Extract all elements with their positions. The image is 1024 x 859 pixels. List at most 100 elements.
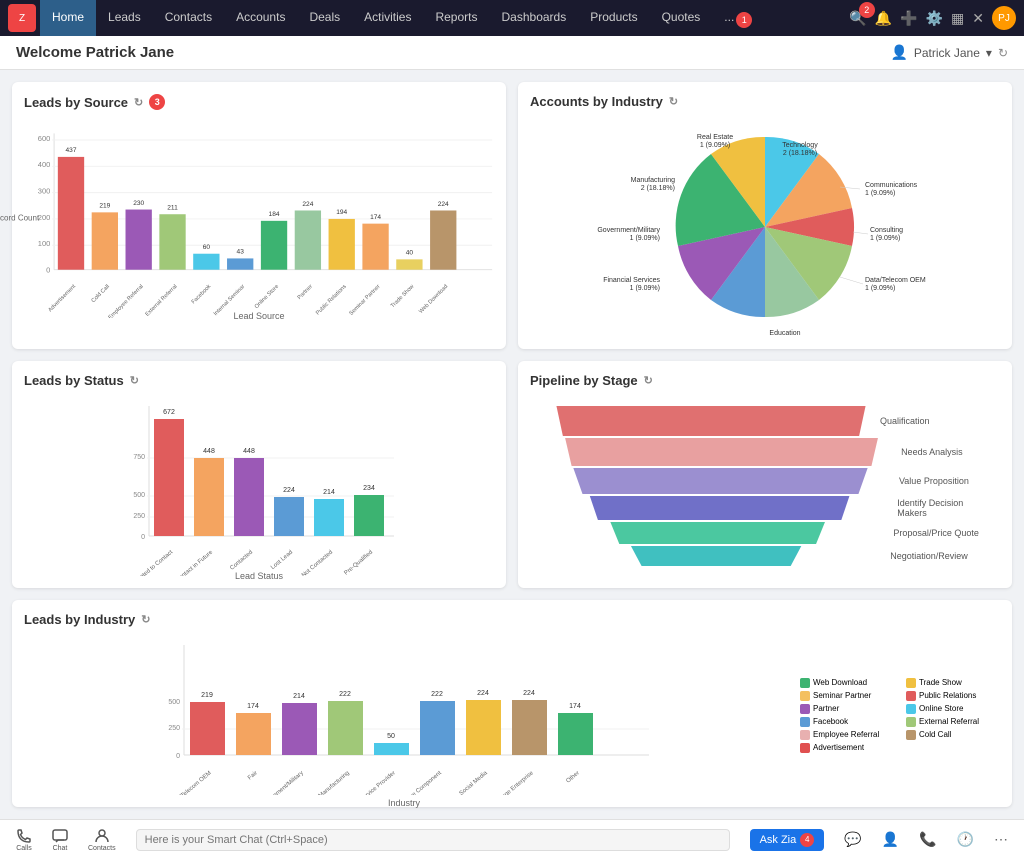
nav-tabs: Home Leads Contacts Accounts Deals Activ… bbox=[40, 0, 746, 36]
bottom-icon-phone[interactable]: 📞 bbox=[919, 831, 936, 848]
svg-text:1 (9.09%): 1 (9.09%) bbox=[870, 235, 900, 242]
close-icon[interactable]: ✕ bbox=[972, 10, 984, 27]
bar-trade-show[interactable] bbox=[396, 259, 422, 269]
bar-cold-call[interactable] bbox=[92, 212, 118, 269]
svg-text:Manufacturing: Manufacturing bbox=[631, 177, 675, 184]
svg-text:Trade Show: Trade Show bbox=[390, 283, 416, 309]
user-dropdown-arrow[interactable]: ▾ bbox=[986, 46, 992, 60]
nav-tab-activities[interactable]: Activities bbox=[352, 0, 423, 36]
user-icon: 👤 bbox=[890, 44, 907, 61]
nav-tab-quotes[interactable]: Quotes bbox=[650, 0, 713, 36]
svg-text:Service Provider: Service Provider bbox=[359, 770, 397, 795]
bar-ind-dtoem[interactable] bbox=[190, 702, 225, 755]
svg-text:0: 0 bbox=[176, 753, 180, 760]
bar-pre-qualified[interactable] bbox=[354, 495, 384, 536]
nav-tab-deals[interactable]: Deals bbox=[297, 0, 352, 36]
bottom-icon-chat[interactable]: Chat bbox=[52, 828, 68, 852]
bottom-icon-more[interactable]: ⋯ bbox=[994, 831, 1008, 848]
svg-text:60: 60 bbox=[203, 244, 211, 251]
bar-contact-future[interactable] bbox=[194, 458, 224, 536]
pipeline-by-stage-card: Pipeline by Stage ↻ Qualification Needs … bbox=[518, 361, 1012, 588]
nav-tab-home[interactable]: Home bbox=[40, 0, 96, 36]
bar-contacted[interactable] bbox=[234, 458, 264, 536]
ask-zia-button[interactable]: Ask Zia 4 bbox=[750, 829, 825, 851]
bar-ind-large[interactable] bbox=[512, 700, 547, 755]
svg-text:174: 174 bbox=[569, 703, 581, 710]
funnel-negotiation bbox=[627, 546, 804, 566]
leads-by-industry-title: Leads by Industry ↻ bbox=[24, 612, 1000, 627]
bar-advertisement[interactable] bbox=[58, 157, 84, 270]
svg-text:Fair: Fair bbox=[247, 770, 259, 781]
nav-tab-products[interactable]: Products bbox=[578, 0, 649, 36]
bottom-icon-user2[interactable]: 👤 bbox=[882, 831, 899, 848]
svg-text:2 (18.18%): 2 (18.18%) bbox=[783, 150, 817, 157]
svg-text:Consulting: Consulting bbox=[870, 227, 903, 234]
svg-text:0: 0 bbox=[141, 534, 145, 541]
bar-not-contacted[interactable] bbox=[314, 499, 344, 536]
bar-partner[interactable] bbox=[295, 210, 321, 269]
refresh-icon-pipeline[interactable]: ↻ bbox=[644, 374, 653, 387]
settings-icon[interactable]: ⚙️ bbox=[926, 10, 943, 27]
bar-attempted[interactable] bbox=[154, 419, 184, 536]
funnel-value-prop bbox=[567, 468, 874, 494]
svg-text:Advertisement: Advertisement bbox=[47, 283, 77, 313]
bottom-icon-contacts[interactable]: Contacts bbox=[88, 828, 116, 852]
chat-input[interactable] bbox=[136, 829, 730, 851]
bar-lost-lead[interactable] bbox=[274, 497, 304, 536]
svg-text:Pre-Qualified: Pre-Qualified bbox=[343, 550, 374, 576]
bar-ind-other[interactable] bbox=[558, 713, 593, 755]
bell-icon[interactable]: 🔔 bbox=[875, 10, 892, 27]
nav-badge-1: 1 bbox=[736, 12, 752, 28]
svg-text:100: 100 bbox=[38, 239, 51, 248]
svg-text:0: 0 bbox=[46, 266, 50, 275]
svg-text:External Referral: External Referral bbox=[144, 284, 178, 318]
plus-icon[interactable]: ➕ bbox=[900, 10, 917, 27]
bottom-icon-calls[interactable]: Calls bbox=[16, 828, 32, 852]
dashboard: Leads by Source ↻ 3 Record Count 0 100 2… bbox=[0, 70, 1024, 600]
nav-tab-dashboards[interactable]: Dashboards bbox=[490, 0, 579, 36]
bar-ind-storage[interactable] bbox=[420, 701, 455, 755]
svg-text:219: 219 bbox=[201, 692, 213, 699]
refresh-header-icon[interactable]: ↻ bbox=[998, 46, 1008, 60]
y-axis-label: Record Count bbox=[0, 214, 39, 223]
nav-tab-contacts[interactable]: Contacts bbox=[153, 0, 224, 36]
industry-legend: Web Download Trade Show Seminar Partner … bbox=[800, 635, 1000, 795]
funnel-label-decision: Identify Decision Makers bbox=[897, 498, 980, 518]
bar-ind-govt[interactable] bbox=[282, 703, 317, 755]
bar-internal-seminar[interactable] bbox=[227, 258, 253, 269]
bar-public-relations[interactable] bbox=[329, 219, 355, 270]
svg-text:300: 300 bbox=[38, 187, 51, 196]
refresh-icon-industry[interactable]: ↻ bbox=[141, 613, 150, 626]
nav-tab-accounts[interactable]: Accounts bbox=[224, 0, 297, 36]
bottom-icon-chat2[interactable]: 💬 bbox=[844, 831, 861, 848]
svg-text:437: 437 bbox=[66, 147, 77, 154]
bar-external-referral[interactable] bbox=[159, 214, 185, 269]
bar-ind-mfg[interactable] bbox=[328, 701, 363, 755]
bar-employee-referral[interactable] bbox=[126, 210, 152, 270]
user-avatar[interactable]: PJ bbox=[992, 6, 1016, 30]
grid-icon[interactable]: ▦ bbox=[951, 10, 964, 27]
bottom-icon-clock[interactable]: 🕐 bbox=[957, 831, 974, 848]
svg-text:Government/Military: Government/Military bbox=[597, 227, 660, 234]
svg-text:Facebook: Facebook bbox=[191, 284, 213, 306]
bar-ind-service[interactable] bbox=[374, 743, 409, 755]
svg-text:Data/Telecom OEM: Data/Telecom OEM bbox=[865, 277, 926, 284]
refresh-icon-accounts[interactable]: ↻ bbox=[669, 95, 678, 108]
svg-text:194: 194 bbox=[336, 209, 347, 216]
refresh-icon[interactable]: ↻ bbox=[134, 96, 143, 109]
nav-tab-leads[interactable]: Leads bbox=[96, 0, 153, 36]
bar-facebook[interactable] bbox=[193, 254, 219, 270]
funnel-label-qualification: Qualification bbox=[880, 416, 980, 426]
nav-tab-reports[interactable]: Reports bbox=[423, 0, 489, 36]
svg-text:1 (9.09%): 1 (9.09%) bbox=[700, 142, 730, 149]
svg-text:224: 224 bbox=[477, 690, 489, 697]
page-header: Welcome Patrick Jane 👤 Patrick Jane ▾ ↻ bbox=[0, 36, 1024, 70]
refresh-icon-status[interactable]: ↻ bbox=[130, 374, 139, 387]
bar-online-store[interactable] bbox=[261, 221, 287, 270]
bar-ind-social[interactable] bbox=[466, 700, 501, 755]
bar-seminar-partner[interactable] bbox=[362, 224, 388, 270]
svg-text:224: 224 bbox=[438, 201, 449, 208]
bar-ind-fair[interactable] bbox=[236, 713, 271, 755]
bar-web-download[interactable] bbox=[430, 210, 456, 269]
accounts-by-industry-card: Accounts by Industry ↻ bbox=[518, 82, 1012, 349]
